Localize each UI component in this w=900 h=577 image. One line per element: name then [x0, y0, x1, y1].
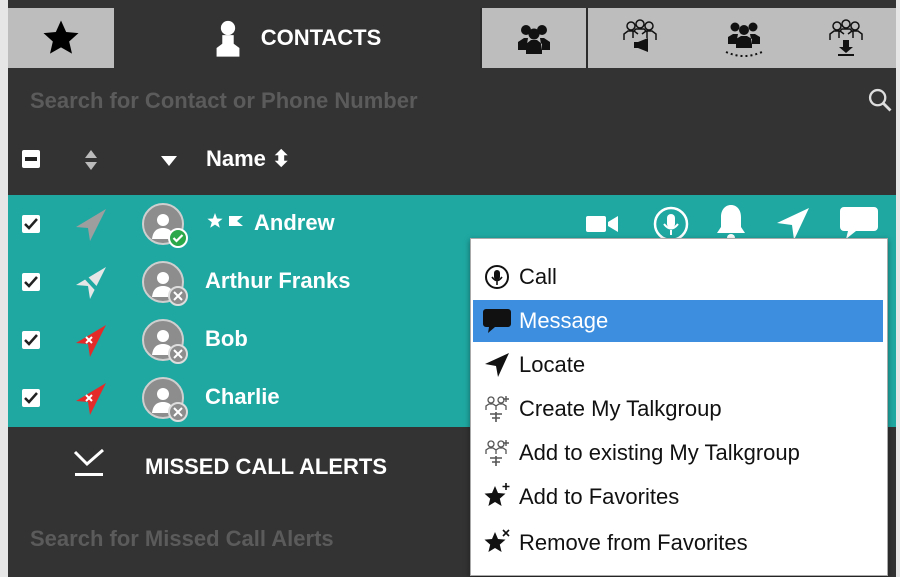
contact-person-icon — [216, 20, 240, 57]
dispatch-group-icon — [725, 22, 763, 57]
contact-name: Bob — [205, 326, 248, 351]
search-icon[interactable] — [866, 86, 894, 114]
locate-arrow-icon — [485, 353, 509, 377]
tab-download-groups[interactable] — [796, 8, 896, 68]
tab-bar: CONTACTS — [8, 8, 896, 68]
create-talkgroup-icon — [485, 396, 509, 422]
online-status-icon — [168, 228, 188, 248]
menu-item-call[interactable]: Call — [473, 256, 883, 298]
menu-item-label: Create My Talkgroup — [519, 396, 722, 421]
menu-item-add-favorite[interactable]: Add to Favorites — [473, 476, 883, 518]
menu-item-label: Locate — [519, 352, 586, 377]
chevron-down-icon[interactable] — [160, 154, 178, 168]
video-call-icon[interactable] — [584, 209, 620, 239]
row-checkbox[interactable] — [22, 215, 40, 233]
favorite-flag-icon — [207, 213, 243, 228]
select-all-checkbox[interactable] — [22, 150, 40, 168]
ptt-call-icon — [485, 265, 509, 289]
contact-name: Charlie — [205, 384, 280, 409]
message-bubble-icon[interactable] — [838, 203, 880, 243]
offline-status-icon — [168, 344, 188, 364]
contacts-table-header: Name ⬍ — [8, 130, 896, 192]
location-arrow-icon — [76, 209, 106, 241]
menu-item-label: Message — [519, 308, 609, 333]
menu-item-label: Remove from Favorites — [519, 530, 748, 555]
menu-item-create-talkgroup[interactable]: Create My Talkgroup — [473, 388, 883, 430]
contact-name: Andrew — [254, 210, 335, 235]
broadcast-group-icon — [623, 19, 657, 52]
offline-status-icon — [168, 286, 188, 306]
tab-favorites[interactable] — [8, 8, 114, 68]
contact-name: Arthur Franks — [205, 268, 351, 293]
group-icon — [518, 25, 550, 54]
menu-item-label: Add to existing My Talkgroup — [519, 440, 800, 465]
name-column-header[interactable]: Name ⬍ — [206, 146, 290, 172]
tab-contacts[interactable]: CONTACTS — [114, 8, 480, 68]
sort-location-icon[interactable] — [84, 148, 98, 172]
menu-item-label: Call — [519, 264, 557, 289]
contacts-search-bar — [8, 70, 896, 133]
menu-item-locate[interactable]: Locate — [473, 344, 883, 386]
star-icon — [43, 20, 79, 54]
download-group-icon — [829, 19, 863, 56]
app-frame: CONTACTS Search for Contact or Phone Num… — [8, 0, 896, 577]
tab-broadcast-groups[interactable] — [588, 8, 692, 68]
add-favorite-icon — [484, 483, 510, 506]
remove-favorite-icon — [484, 529, 510, 552]
missed-call-alerts-title[interactable]: MISSED CALL ALERTS — [145, 454, 387, 480]
row-checkbox[interactable] — [22, 389, 40, 407]
row-checkbox[interactable] — [22, 273, 40, 291]
location-alert-icon — [76, 383, 106, 415]
location-alert-icon — [76, 325, 106, 357]
contacts-search-input[interactable] — [28, 83, 832, 119]
menu-item-add-to-talkgroup[interactable]: Add to existing My Talkgroup — [473, 432, 883, 474]
contact-context-menu: Call Message Locate Create My Talkgroup — [470, 238, 888, 576]
missed-call-icon — [73, 448, 104, 476]
tab-dispatch-groups[interactable] — [692, 8, 796, 68]
menu-item-label: Add to Favorites — [519, 484, 680, 509]
menu-item-remove-favorite[interactable]: Remove from Favorites — [473, 522, 883, 564]
message-bubble-icon — [483, 309, 511, 333]
menu-item-message[interactable]: Message — [473, 300, 883, 342]
row-checkbox[interactable] — [22, 331, 40, 349]
tab-groups[interactable] — [482, 8, 586, 68]
alert-bell-icon[interactable] — [714, 203, 748, 243]
tab-contacts-label: CONTACTS — [260, 25, 382, 50]
add-talkgroup-icon — [485, 440, 509, 466]
location-unavailable-icon — [76, 267, 106, 299]
offline-status-icon — [168, 402, 188, 422]
